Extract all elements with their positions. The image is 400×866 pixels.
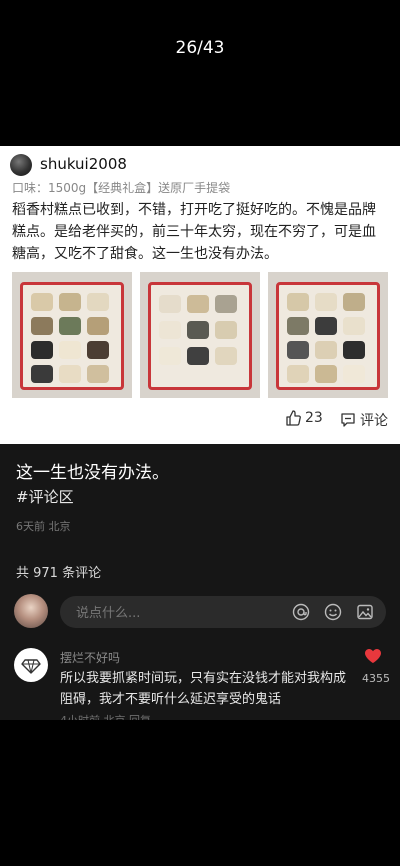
gift-box	[148, 282, 252, 390]
comment-text: 所以我要抓紧时间玩，只有实在没钱才能对我构成阻碍，我才不要听什么延迟享受的鬼话	[60, 671, 347, 707]
gift-box	[20, 282, 124, 390]
like-count: 23	[305, 410, 323, 426]
post-detail-panel: 这一生也没有办法。 #评论区 6天前 北京 共 971 条评论 摆烂不好吗 所以…	[0, 444, 400, 727]
emoji-icon[interactable]	[324, 603, 342, 621]
comment-count: 共 971 条评论	[16, 566, 102, 581]
review-photos	[12, 272, 388, 398]
post-title: 这一生也没有办法。	[16, 463, 169, 483]
comment-label: 评论	[360, 413, 388, 429]
comment-input[interactable]	[74, 596, 278, 630]
review-body: 稻香村糕点已收到，不错，打开吃了挺好吃的。不愧是品牌糕点。是给老伴买的，前三十年…	[12, 202, 376, 262]
diamond-icon	[21, 659, 41, 674]
reviewer-username: shukui2008	[40, 155, 127, 173]
commenter-avatar[interactable]	[14, 648, 48, 682]
viewer-top-bar: 26/43	[0, 0, 400, 146]
commenter-name[interactable]: 摆烂不好吗	[60, 649, 120, 666]
image-icon[interactable]	[356, 603, 374, 621]
comment-like-count: 4355	[362, 672, 390, 685]
image-counter: 26/43	[175, 38, 225, 58]
product-variant: 口味：1500g【经典礼盒】送原厂手提袋	[12, 181, 231, 195]
like-button[interactable]: 23	[285, 410, 323, 426]
gift-box	[276, 282, 380, 390]
heart-icon[interactable]	[364, 648, 382, 668]
review-screenshot-card: shukui2008 口味：1500g【经典礼盒】送原厂手提袋 稻香村糕点已收到…	[0, 146, 400, 444]
at-icon[interactable]	[292, 603, 310, 621]
review-photo-3[interactable]	[268, 272, 388, 398]
comment-icon	[341, 413, 355, 427]
hashtag-link[interactable]: #评论区	[16, 486, 74, 507]
comment-input-bar[interactable]	[60, 596, 386, 630]
viewer-bottom-area	[0, 720, 400, 866]
review-photo-2[interactable]	[140, 272, 260, 398]
review-photo-1[interactable]	[12, 272, 132, 398]
post-time-location: 6天前 北京	[16, 520, 71, 533]
reviewer-avatar	[10, 154, 32, 176]
current-user-avatar[interactable]	[14, 594, 48, 628]
thumb-up-icon	[286, 410, 301, 426]
comment-button[interactable]: 评论	[340, 410, 388, 430]
